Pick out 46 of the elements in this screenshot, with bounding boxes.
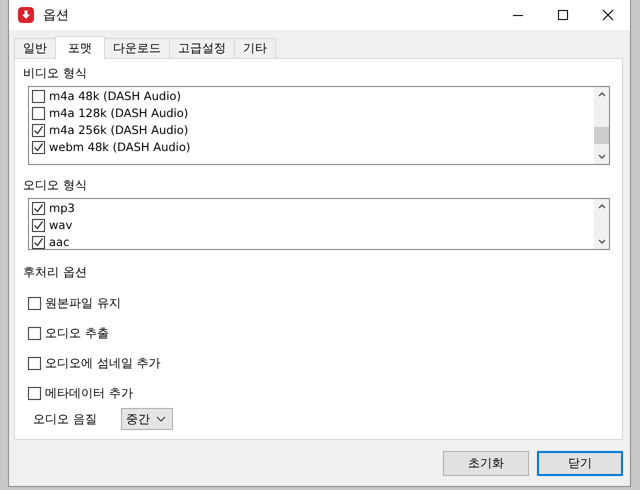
audio-format-list[interactable]: mp3 wav aac bbox=[28, 198, 610, 250]
download-icon bbox=[18, 7, 34, 23]
section-label: 오디오 형식 bbox=[23, 177, 88, 193]
option-label[interactable]: 오디오에 섬네일 추가 bbox=[45, 354, 161, 372]
checkbox[interactable] bbox=[28, 356, 41, 370]
scrollbar[interactable] bbox=[594, 87, 609, 164]
scroll-up-icon[interactable] bbox=[598, 204, 606, 209]
checkbox[interactable] bbox=[32, 202, 45, 215]
option-label[interactable]: 메타데이터 추가 bbox=[45, 384, 133, 402]
checkbox[interactable] bbox=[28, 386, 41, 400]
list-item-label[interactable]: m4a 256k (DASH Audio) bbox=[49, 123, 188, 138]
section-label: 비디오 형식 bbox=[23, 65, 88, 81]
video-format-list[interactable]: m4a 48k (DASH Audio) m4a 128k (DASH Audio) m4a 256k (DASH Audio) webm 48k (DASH Audio) bbox=[28, 86, 610, 165]
option-label[interactable]: 오디오 추출 bbox=[45, 324, 109, 342]
maximize-icon bbox=[556, 9, 568, 21]
chevron-down-icon bbox=[156, 416, 166, 422]
checkbox[interactable] bbox=[32, 124, 45, 137]
checkbox[interactable] bbox=[32, 219, 45, 232]
list-item-label[interactable]: webm 48k (DASH Audio) bbox=[49, 140, 190, 155]
list-item-label[interactable]: aac bbox=[49, 235, 70, 249]
list-item-label[interactable]: mp3 bbox=[49, 201, 75, 216]
checkbox[interactable] bbox=[32, 90, 45, 103]
window-title: 옵션 bbox=[43, 7, 69, 24]
scroll-up-icon[interactable] bbox=[598, 92, 606, 97]
section-label: 후처리 옵션 bbox=[23, 264, 88, 280]
scrollbar[interactable] bbox=[594, 199, 609, 249]
list-item-label[interactable]: wav bbox=[49, 218, 72, 233]
close-icon bbox=[602, 9, 614, 21]
list-item-label[interactable]: m4a 48k (DASH Audio) bbox=[49, 89, 181, 104]
checkbox[interactable] bbox=[32, 236, 45, 249]
tab[interactable]: 일반 bbox=[14, 38, 56, 58]
checkbox[interactable] bbox=[28, 296, 41, 310]
tab[interactable]: 포맷 bbox=[55, 36, 105, 59]
audio-quality-dropdown[interactable]: 중간 bbox=[120, 408, 173, 430]
checkbox[interactable] bbox=[32, 141, 45, 154]
scroll-down-icon[interactable] bbox=[598, 239, 606, 244]
close-button[interactable]: 닫기 bbox=[537, 451, 623, 476]
audio-quality-label: 오디오 음질 bbox=[33, 410, 97, 428]
option-label[interactable]: 원본파일 유지 bbox=[45, 294, 121, 312]
scroll-down-icon[interactable] bbox=[598, 154, 606, 159]
list-item-label[interactable]: m4a 128k (DASH Audio) bbox=[49, 106, 188, 121]
checkbox[interactable] bbox=[32, 107, 45, 120]
tab[interactable]: 기타 bbox=[234, 38, 276, 58]
scrollbar-thumb[interactable] bbox=[594, 127, 609, 144]
checkbox[interactable] bbox=[28, 326, 41, 340]
reset-button[interactable]: 초기화 bbox=[443, 451, 529, 476]
